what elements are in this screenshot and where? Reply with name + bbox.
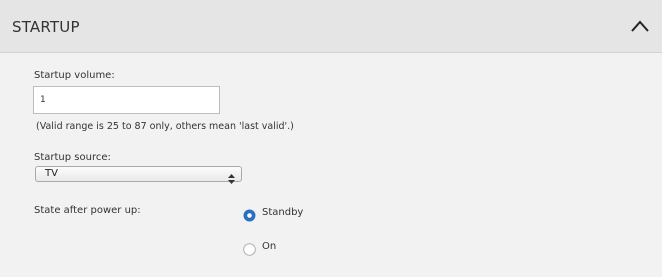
radio-standby-label[interactable]: Standby bbox=[262, 207, 303, 218]
startup-panel: STARTUP Startup volume: (Valid range is … bbox=[0, 0, 662, 277]
power-up-state-label: State after power up: bbox=[34, 205, 141, 216]
section-title: STARTUP bbox=[12, 18, 80, 36]
startup-volume-label: Startup volume: bbox=[34, 70, 115, 81]
radio-on[interactable] bbox=[243, 241, 256, 256]
up-down-arrows-icon bbox=[228, 169, 235, 184]
startup-source-label: Startup source: bbox=[34, 152, 111, 163]
startup-source-value: TV bbox=[45, 168, 58, 179]
radio-on-label[interactable]: On bbox=[262, 241, 276, 252]
section-header[interactable]: STARTUP bbox=[0, 0, 662, 53]
startup-volume-input[interactable] bbox=[33, 86, 220, 114]
startup-source-select[interactable]: TV bbox=[35, 166, 242, 184]
chevron-up-icon[interactable] bbox=[629, 17, 651, 35]
startup-volume-hint: (Valid range is 25 to 87 only, others me… bbox=[36, 121, 294, 132]
radio-standby[interactable] bbox=[243, 207, 256, 222]
